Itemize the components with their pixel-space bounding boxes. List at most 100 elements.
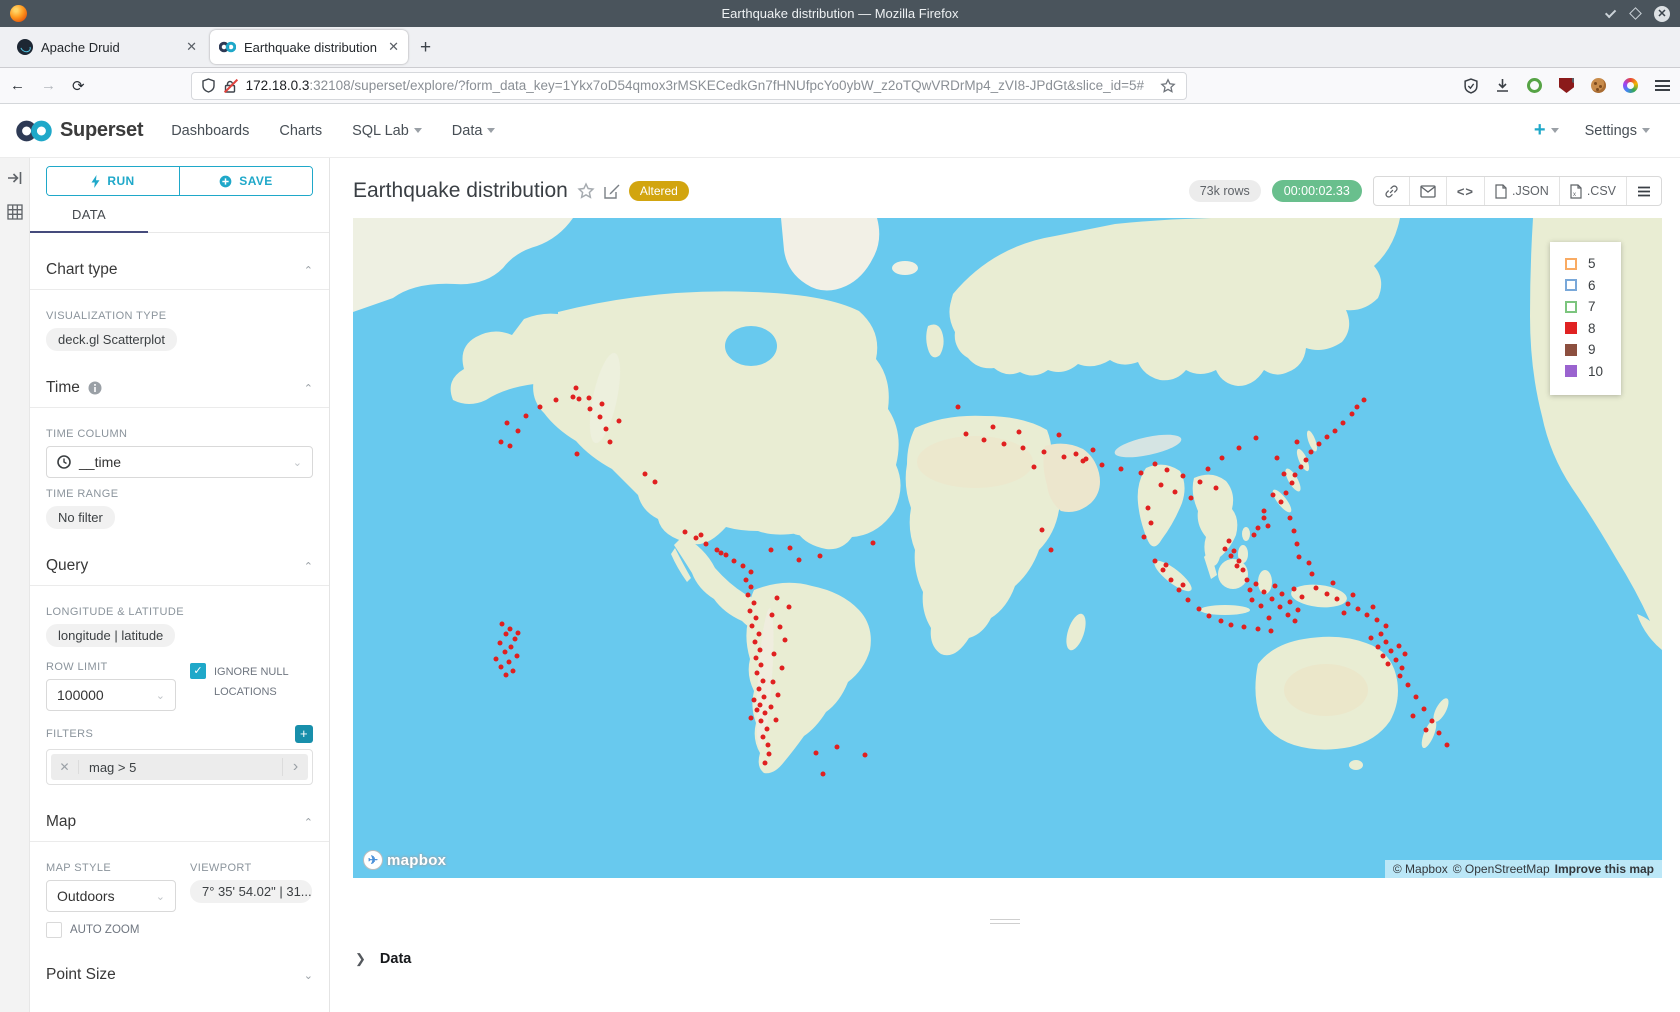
earthquake-point[interactable] [1288, 600, 1293, 605]
earthquake-point[interactable] [1222, 546, 1227, 551]
earthquake-point[interactable] [762, 695, 767, 700]
earthquake-point[interactable] [1293, 472, 1298, 477]
earthquake-point[interactable] [775, 596, 780, 601]
earthquake-point[interactable] [1292, 528, 1297, 533]
earthquake-point[interactable] [768, 547, 773, 552]
earthquake-point[interactable] [1383, 623, 1388, 628]
ignore-null-checkbox[interactable]: ✓ [190, 663, 206, 679]
earthquake-point[interactable] [814, 751, 819, 756]
earthquake-point[interactable] [599, 402, 604, 407]
earthquake-point[interactable] [515, 428, 520, 433]
earthquake-point[interactable] [1250, 598, 1255, 603]
earthquake-point[interactable] [1386, 662, 1391, 667]
panel-resize-handle[interactable] [990, 919, 1020, 924]
earthquake-point[interactable] [963, 432, 968, 437]
earthquake-point[interactable] [1294, 542, 1299, 547]
earthquake-point[interactable] [693, 536, 698, 541]
export-csv-button[interactable]: x .CSV [1559, 177, 1626, 205]
earthquake-point[interactable] [1153, 558, 1158, 563]
earthquake-point[interactable] [587, 406, 592, 411]
remove-filter-icon[interactable]: ✕ [51, 760, 79, 774]
earthquake-point[interactable] [1169, 578, 1174, 583]
earthquake-point[interactable] [1369, 636, 1374, 641]
earthquake-point[interactable] [1279, 500, 1284, 505]
email-button[interactable] [1409, 177, 1446, 205]
run-button[interactable]: RUN [47, 167, 179, 195]
earthquake-point[interactable] [1296, 608, 1301, 613]
nav-dashboards[interactable]: Dashboards [171, 123, 249, 139]
earthquake-point[interactable] [763, 761, 768, 766]
earthquake-point[interactable] [1294, 439, 1299, 444]
earthquake-point[interactable] [1285, 613, 1290, 618]
earthquake-point[interactable] [653, 480, 658, 485]
nav-sqllab[interactable]: SQL Lab [352, 123, 422, 139]
earthquake-point[interactable] [1231, 548, 1236, 553]
earthquake-point[interactable] [1262, 516, 1267, 521]
earthquake-point[interactable] [1297, 555, 1302, 560]
earthquake-point[interactable] [835, 745, 840, 750]
earthquake-point[interactable] [1332, 428, 1337, 433]
url-bar[interactable]: 172.18.0.3:32108/superset/explore/?form_… [191, 72, 1187, 100]
row-limit-select[interactable]: 100000 ⌄ [46, 679, 176, 711]
attr-improve[interactable]: Improve this map [1555, 862, 1654, 876]
earthquake-point[interactable] [1331, 580, 1336, 585]
earthquake-point[interactable] [1084, 456, 1089, 461]
earthquake-point[interactable] [1196, 606, 1201, 611]
earthquake-point[interactable] [1234, 564, 1239, 569]
earthquake-point[interactable] [755, 707, 760, 712]
bookmark-star-icon[interactable] [1160, 78, 1176, 94]
viz-type-value[interactable]: deck.gl Scatterplot [46, 328, 177, 351]
expand-filter-icon[interactable]: › [282, 758, 308, 776]
earthquake-point[interactable] [1149, 520, 1154, 525]
save-button[interactable]: SAVE [179, 167, 312, 195]
earthquake-point[interactable] [786, 604, 791, 609]
earthquake-point[interactable] [1262, 509, 1267, 514]
earthquake-point[interactable] [1272, 584, 1277, 589]
ublock-extension-icon[interactable]: 2 [1559, 78, 1574, 93]
earthquake-point[interactable] [504, 673, 509, 678]
lonlat-value[interactable]: longitude | latitude [46, 624, 175, 647]
add-filter-button[interactable]: + [295, 725, 313, 743]
earthquake-point[interactable] [981, 437, 986, 442]
earthquake-point[interactable] [1374, 617, 1379, 622]
earthquake-point[interactable] [751, 600, 756, 605]
earthquake-point[interactable] [1176, 588, 1181, 593]
earthquake-point[interactable] [759, 663, 764, 668]
earthquake-point[interactable] [724, 553, 729, 558]
earthquake-point[interactable] [1197, 480, 1202, 485]
earthquake-point[interactable] [1031, 465, 1036, 470]
earthquake-point[interactable] [1317, 442, 1322, 447]
nav-data[interactable]: Data [452, 123, 496, 139]
browser-tab-earthquake[interactable]: Earthquake distribution ✕ [210, 30, 408, 64]
earthquake-point[interactable] [1280, 592, 1285, 597]
earthquake-point[interactable] [616, 419, 621, 424]
earthquake-point[interactable] [577, 396, 582, 401]
extension-green-icon[interactable] [1527, 78, 1542, 93]
earthquake-point[interactable] [538, 404, 543, 409]
earthquake-point[interactable] [1061, 454, 1066, 459]
earthquake-point[interactable] [782, 638, 787, 643]
earthquake-point[interactable] [1186, 598, 1191, 603]
page-scrollbar[interactable] [1664, 158, 1680, 1012]
earthquake-point[interactable] [773, 717, 778, 722]
earthquake-point[interactable] [754, 655, 759, 660]
earthquake-point[interactable] [748, 584, 753, 589]
expand-panel-icon[interactable] [7, 170, 23, 186]
earthquake-point[interactable] [1413, 695, 1418, 700]
earthquake-point[interactable] [748, 716, 753, 721]
earthquake-point[interactable] [1229, 623, 1234, 628]
time-column-select[interactable]: __time ⌄ [46, 446, 313, 478]
earthquake-point[interactable] [1396, 643, 1401, 648]
earthquake-point[interactable] [759, 718, 764, 723]
earthquake-point[interactable] [1445, 742, 1450, 747]
favorite-star-icon[interactable] [577, 182, 595, 200]
section-time[interactable]: Time ⌃ [46, 351, 313, 407]
nav-charts[interactable]: Charts [279, 123, 322, 139]
earthquake-point[interactable] [1251, 533, 1256, 538]
earthquake-point[interactable] [1378, 631, 1383, 636]
earthquake-point[interactable] [1158, 482, 1163, 487]
earthquake-point[interactable] [1351, 592, 1356, 597]
new-tab-button[interactable]: + [420, 37, 431, 59]
earthquake-point[interactable] [764, 726, 769, 731]
window-shade-icon[interactable] [1605, 6, 1616, 17]
